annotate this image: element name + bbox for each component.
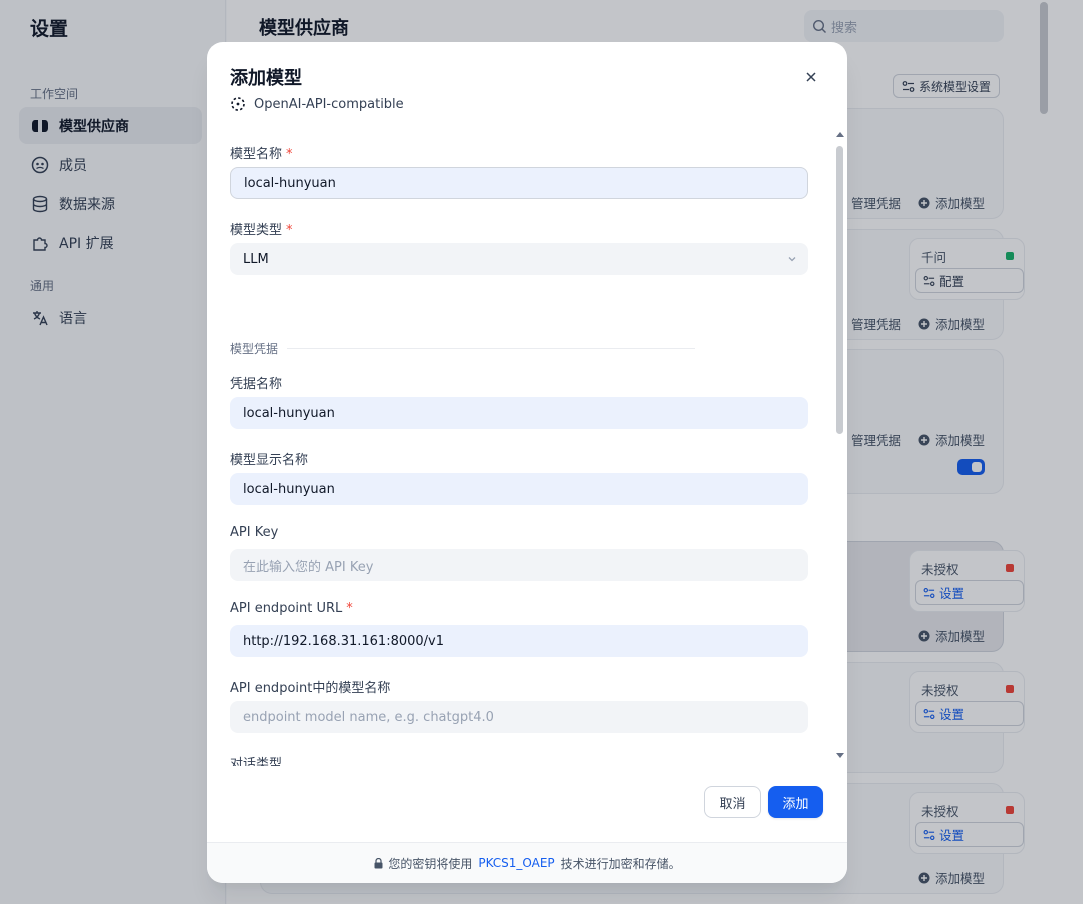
provider-name: OpenAI-API-compatible — [230, 96, 404, 112]
model-name-label: 模型名称 * — [230, 147, 293, 162]
cancel-button[interactable]: 取消 — [704, 786, 761, 818]
dialog-type-label: 对话类型 — [230, 757, 283, 766]
model-form: 模型名称 * local-hunyuan 模型类型 * LLM 模型凭据 凭据名称 … — [230, 134, 810, 766]
model-type-label: 模型类型 * — [230, 223, 293, 238]
credential-name-input[interactable]: local-hunyuan — [230, 397, 808, 429]
model-type-select[interactable]: LLM — [230, 243, 808, 275]
dotted-circle-icon — [231, 97, 245, 111]
pkcs-link[interactable]: PKCS1_OAEP — [478, 856, 554, 870]
close-button[interactable] — [803, 69, 819, 85]
dialog-title: 添加模型 — [230, 68, 302, 89]
endpoint-model-name-input[interactable]: endpoint model name, e.g. chatgpt4.0 — [230, 701, 808, 733]
scroll-down-arrow[interactable] — [836, 753, 844, 758]
endpoint-url-input[interactable]: http://192.168.31.161:8000/v1 — [230, 625, 808, 657]
credential-name-label: 凭据名称 — [230, 377, 283, 392]
endpoint-url-label: API endpoint URL * — [230, 601, 353, 616]
add-model-dialog: 添加模型 OpenAI-API-compatible 模型名称 * local-h… — [207, 42, 847, 883]
chevron-down-icon — [788, 257, 796, 262]
add-button[interactable]: 添加 — [768, 786, 823, 818]
scroll-up-arrow[interactable] — [836, 132, 844, 137]
scroll-thumb[interactable] — [836, 146, 843, 434]
display-name-label: 模型显示名称 — [230, 453, 309, 468]
api-key-input[interactable]: 在此输入您的 API Key — [230, 549, 808, 581]
close-icon — [806, 72, 816, 82]
display-name-input[interactable]: local-hunyuan — [230, 473, 808, 505]
lock-icon — [374, 857, 383, 868]
encryption-notice: 您的密钥将使用 PKCS1_OAEP 技术进行加密和存储。 — [207, 842, 847, 883]
endpoint-model-name-label: API endpoint中的模型名称 — [230, 681, 391, 696]
api-key-label: API Key — [230, 525, 279, 540]
model-name-input[interactable]: local-hunyuan — [230, 167, 808, 199]
form-scrollbar[interactable] — [833, 130, 847, 762]
credentials-section-divider: 模型凭据 — [230, 340, 696, 357]
